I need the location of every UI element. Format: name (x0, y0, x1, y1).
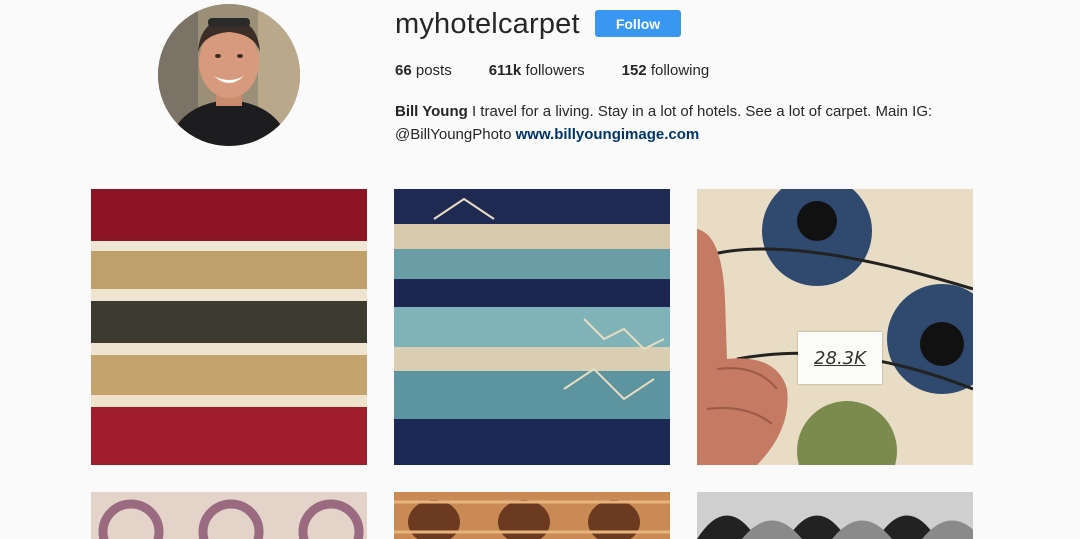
post-tile-3[interactable]: 28.3K (697, 189, 973, 465)
note-card: 28.3K (798, 332, 882, 384)
bio-text: I travel for a living. Stay in a lot of … (471, 103, 933, 120)
bio-name: Bill Young (395, 103, 468, 120)
post-tile-5[interactable] (394, 492, 670, 539)
profile-avatar[interactable] (158, 4, 300, 146)
carpet-image-3 (697, 189, 973, 465)
posts-stat: 66 posts (395, 62, 452, 79)
bio-website-link[interactable]: www.billyoungimage.com (516, 126, 700, 143)
followers-stat[interactable]: 611k followers (489, 62, 585, 79)
profile-username: myhotelcarpet (395, 8, 580, 40)
followers-count: 611k (488, 62, 522, 79)
carpet-image-2 (394, 189, 670, 465)
post-tile-2[interactable] (394, 189, 670, 465)
post-tile-1[interactable] (91, 189, 367, 465)
post-tile-4[interactable] (91, 492, 367, 539)
carpet-image-4 (91, 492, 367, 539)
post-tile-6[interactable] (697, 492, 973, 539)
note-card-text: 28.3K (814, 347, 866, 369)
carpet-image-1 (91, 189, 367, 465)
following-stat[interactable]: 152 following (622, 62, 710, 79)
posts-label: posts (415, 62, 452, 79)
following-label: following (650, 62, 710, 79)
following-count: 152 (621, 62, 647, 79)
bio-handle[interactable]: @BillYoungPhoto (395, 126, 511, 143)
follow-button[interactable]: Follow (595, 10, 681, 37)
followers-label: followers (525, 62, 585, 79)
carpet-image-5 (394, 492, 670, 539)
carpet-image-6 (697, 492, 973, 539)
profile-stats: 66 posts 611k followers 152 following (395, 62, 746, 79)
posts-count: 66 (395, 62, 412, 79)
profile-bio: Bill Young I travel for a living. Stay i… (395, 100, 955, 146)
